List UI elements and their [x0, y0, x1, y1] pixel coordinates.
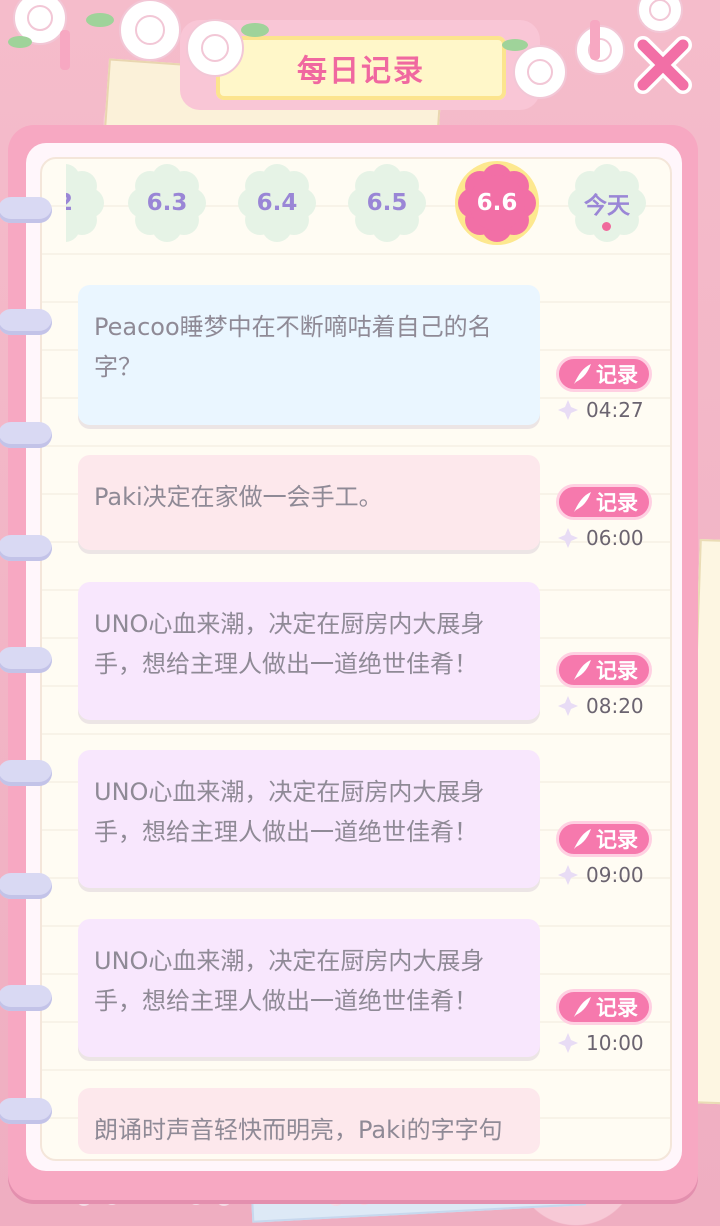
entry-text: 朗诵时声音轻快而明亮，Paki的字字句句 — [94, 1116, 503, 1144]
record-button-label: 记录 — [596, 829, 638, 852]
date-tab-today[interactable]: 今天 — [564, 160, 646, 246]
binder-ring — [0, 197, 52, 223]
binder-ring — [0, 535, 52, 561]
time-text: 09:00 — [586, 863, 644, 887]
today-indicator-dot — [602, 222, 611, 231]
record-button[interactable]: 记录 — [556, 652, 652, 688]
binder-ring — [0, 422, 52, 448]
sparkle-icon — [558, 400, 578, 420]
date-tab[interactable]: 2 — [66, 160, 108, 246]
entry-time: 04:27 — [558, 395, 644, 425]
date-tab[interactable]: 6.4 — [234, 160, 320, 246]
entry-time: 08:20 — [558, 691, 644, 721]
record-entry[interactable]: Paki决定在家做一会手工。 — [78, 455, 540, 550]
entry-text: Paki决定在家做一会手工。 — [94, 483, 383, 511]
record-button[interactable]: 记录 — [556, 989, 652, 1025]
time-text: 10:00 — [586, 1031, 644, 1055]
record-button-label: 记录 — [596, 997, 638, 1020]
time-text: 08:20 — [586, 694, 644, 718]
record-entry[interactable]: UNO心血来潮，决定在厨房内大展身手，想给主理人做出一道绝世佳肴！ — [78, 919, 540, 1057]
date-tab-label: 6.4 — [256, 190, 298, 216]
binder-ring — [0, 1098, 52, 1124]
entry-text: UNO心血来潮，决定在厨房内大展身手，想给主理人做出一道绝世佳肴！ — [94, 610, 485, 678]
record-button-label: 记录 — [596, 660, 638, 683]
record-entry[interactable]: UNO心血来潮，决定在厨房内大展身手，想给主理人做出一道绝世佳肴！ — [78, 582, 540, 720]
quill-icon — [574, 829, 591, 849]
record-entry[interactable]: UNO心血来潮，决定在厨房内大展身手，想给主理人做出一道绝世佳肴！ — [78, 750, 540, 888]
binder-ring — [0, 873, 52, 899]
sparkle-icon — [558, 696, 578, 716]
sparkle-icon — [558, 865, 578, 885]
binder-ring — [0, 760, 52, 786]
quill-icon — [574, 997, 591, 1017]
date-tab-bar: 2 6.3 6.4 6.5 6.6 今天 — [66, 160, 646, 250]
binder-ring — [0, 647, 52, 673]
record-button[interactable]: 记录 — [556, 484, 652, 520]
date-tab-label: 今天 — [584, 193, 630, 219]
date-tab-selected[interactable]: 6.6 — [454, 160, 540, 246]
close-button[interactable] — [628, 30, 698, 100]
date-tab-label: 6.3 — [146, 190, 188, 216]
binder-ring — [0, 309, 52, 335]
sparkle-icon — [558, 1033, 578, 1053]
binder-ring — [0, 985, 52, 1011]
date-tab-label: 2 — [66, 190, 73, 216]
date-tab-label: 6.5 — [366, 190, 408, 216]
quill-icon — [574, 660, 591, 680]
close-icon — [634, 36, 692, 94]
entry-text: Peacoo睡梦中在不断嘀咕着自己的名字？ — [94, 313, 492, 381]
record-button-label: 记录 — [596, 492, 638, 515]
entry-time: 06:00 — [558, 523, 644, 553]
title-banner: 每日记录 — [216, 36, 506, 100]
entry-text: UNO心血来潮，决定在厨房内大展身手，想给主理人做出一道绝世佳肴！ — [94, 778, 485, 846]
sparkle-icon — [558, 528, 578, 548]
record-button[interactable]: 记录 — [556, 356, 652, 392]
entry-time: 09:00 — [558, 860, 644, 890]
record-button-label: 记录 — [596, 364, 638, 387]
quill-icon — [574, 492, 591, 512]
time-text: 06:00 — [586, 526, 644, 550]
record-entry[interactable]: 朗诵时声音轻快而明亮，Paki的字字句句 — [78, 1088, 540, 1154]
time-text: 04:27 — [586, 398, 644, 422]
entry-text: UNO心血来潮，决定在厨房内大展身手，想给主理人做出一道绝世佳肴！ — [94, 947, 485, 1015]
record-entry[interactable]: Peacoo睡梦中在不断嘀咕着自己的名字？ — [78, 285, 540, 425]
entry-time: 10:00 — [558, 1028, 644, 1058]
date-tab[interactable]: 6.3 — [124, 160, 210, 246]
date-tab[interactable]: 6.5 — [344, 160, 430, 246]
quill-icon — [574, 364, 591, 384]
date-tab-label: 6.6 — [476, 190, 518, 216]
record-button[interactable]: 记录 — [556, 821, 652, 857]
page-title: 每日记录 — [297, 54, 425, 89]
